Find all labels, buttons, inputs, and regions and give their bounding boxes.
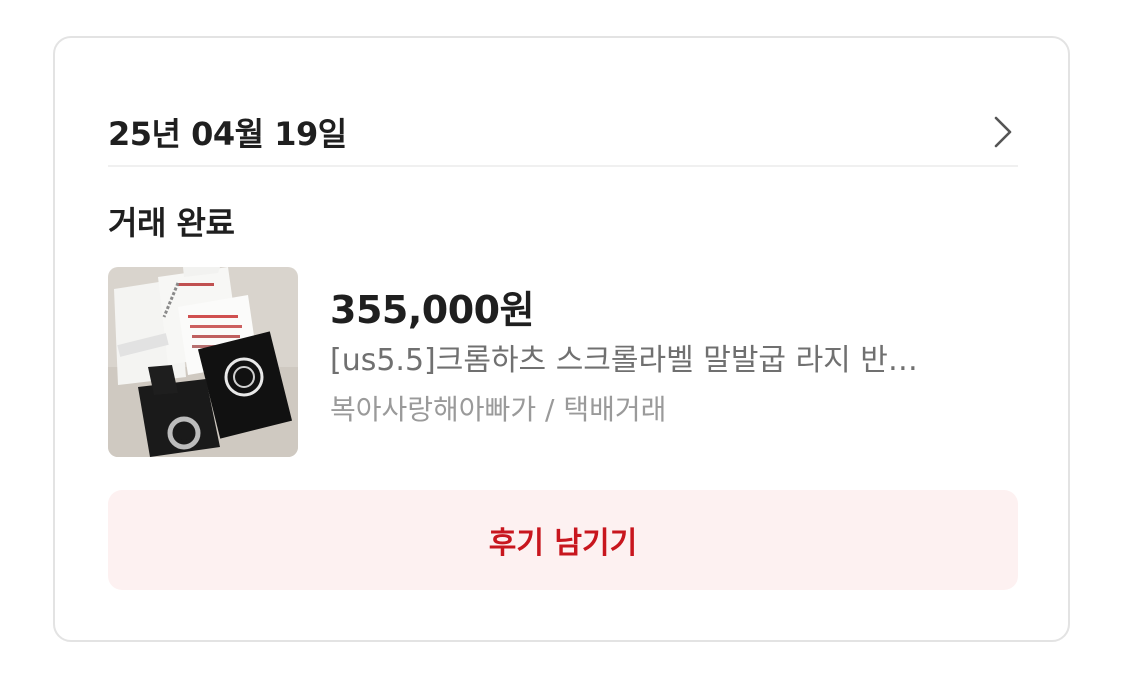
divider [108, 165, 1018, 167]
order-date: 25년 04월 19일 [108, 115, 347, 153]
product-price: 355,000원 [330, 288, 535, 332]
order-date-row[interactable]: 25년 04월 19일 [108, 96, 1018, 168]
product-thumbnail[interactable] [108, 267, 298, 457]
seller-and-method: 복아사랑해아빠가 / 택배거래 [330, 393, 667, 426]
chevron-right-icon[interactable] [988, 116, 1018, 148]
order-card: 25년 04월 19일 거래 완료 355,000원 [us5.5]크롬하츠 스… [53, 36, 1070, 642]
product-info: 355,000원 [us5.5]크롬하츠 스크롤라벨 말발굽 라지 반… 복아사… [330, 267, 1018, 429]
product-row[interactable]: 355,000원 [us5.5]크롬하츠 스크롤라벨 말발굽 라지 반… 복아사… [108, 267, 1018, 457]
product-photo [108, 267, 298, 457]
leave-review-button[interactable]: 후기 남기기 [108, 490, 1018, 590]
transaction-status: 거래 완료 [108, 204, 235, 242]
product-title[interactable]: [us5.5]크롬하츠 스크롤라벨 말발굽 라지 반… [330, 341, 1018, 381]
